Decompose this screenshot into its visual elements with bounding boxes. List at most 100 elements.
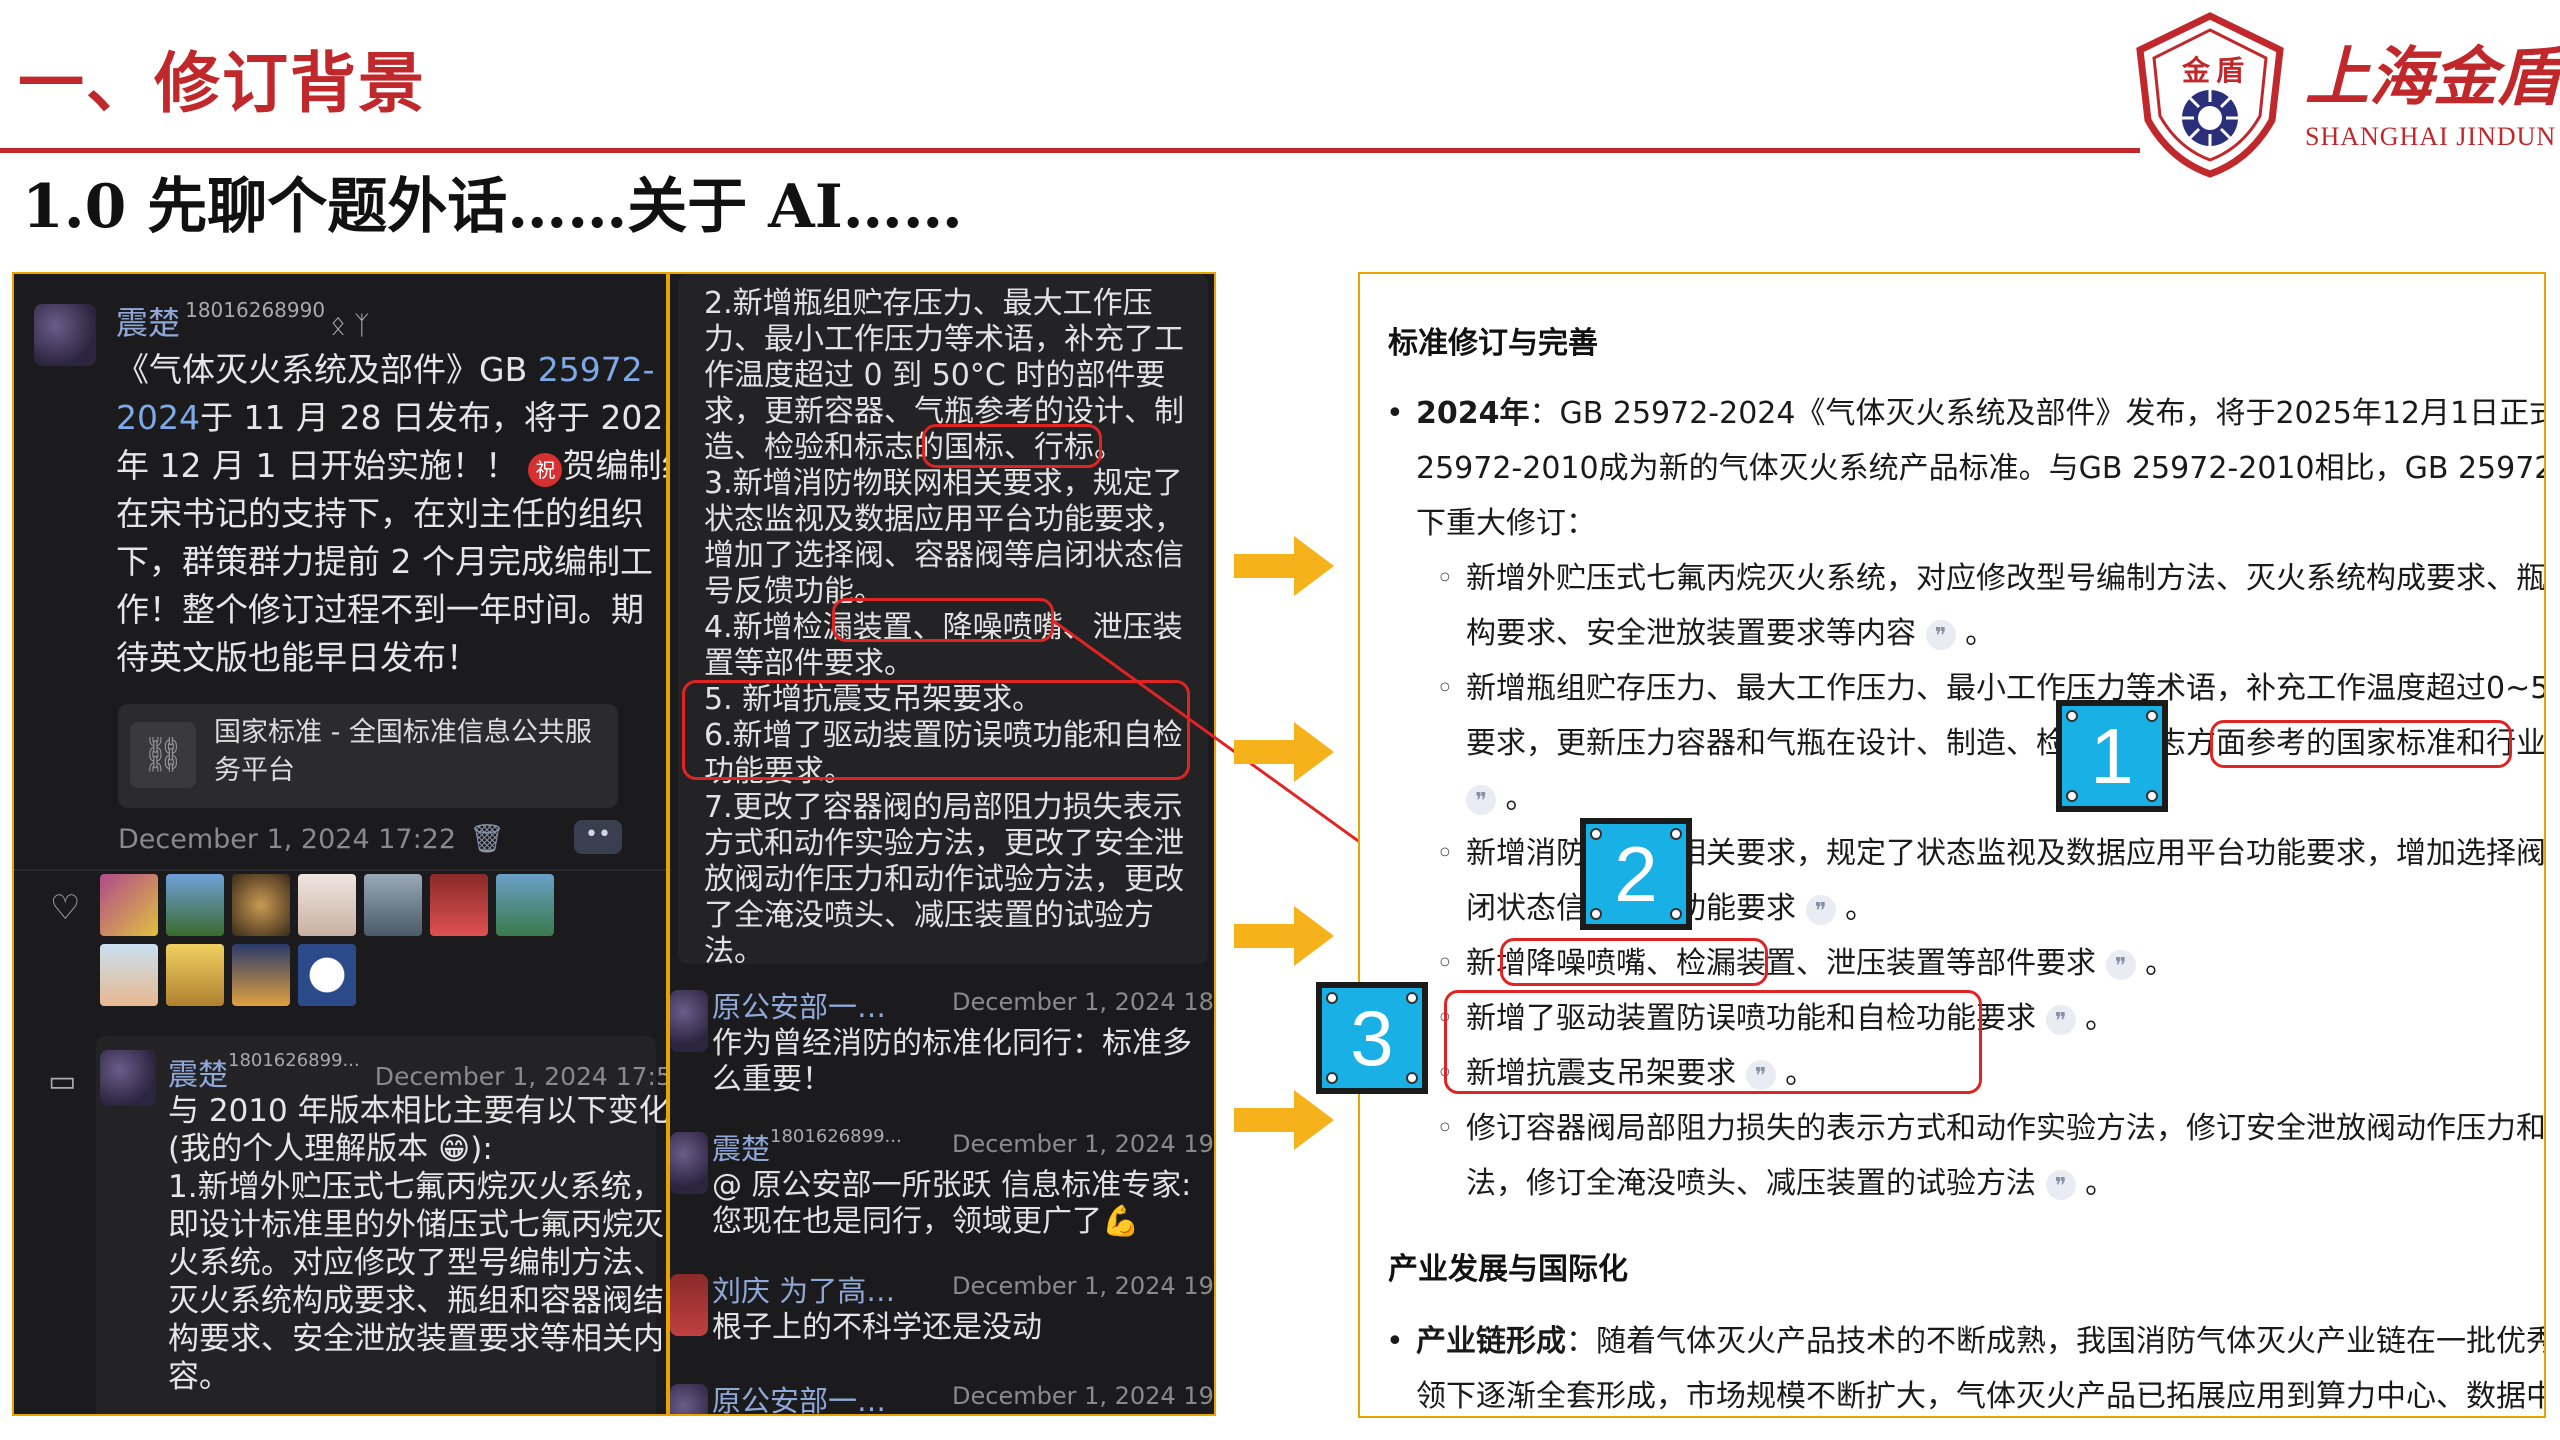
citation-icon[interactable]: ❞: [1466, 784, 1496, 815]
message-line: 7.更改了容器阀的局部阻力损失表示: [704, 790, 1183, 825]
message-line: 法。: [704, 934, 764, 969]
avatar[interactable]: [100, 874, 158, 936]
shield-seal-icon: 金 盾: [2136, 12, 2284, 178]
avatar[interactable]: [496, 874, 554, 936]
citation-icon[interactable]: ❞: [2045, 1004, 2076, 1035]
highlight-box: [2210, 720, 2512, 768]
bullet-dot: •: [1386, 396, 1404, 431]
message-timestamp: December 1, 2024 19:20: [952, 1130, 1214, 1158]
author-id: 1801626899...: [228, 1050, 360, 1071]
citation-icon[interactable]: ❞: [2045, 1169, 2076, 1200]
avatar[interactable]: [430, 874, 488, 936]
likes-avatar-grid: [100, 874, 570, 1006]
avatar[interactable]: [166, 874, 224, 936]
sub-item: 新增瓶组贮存压力、最大工作压力、最小工作压力等术语，补充工作温度超过0~50℃时…: [1466, 671, 2546, 706]
author-name[interactable]: 震楚: [116, 304, 180, 342]
right-arrow-icon: [1234, 722, 1334, 782]
avatar[interactable]: [166, 944, 224, 1006]
comment-icon[interactable]: ▭: [48, 1064, 76, 1099]
link-card-title: 国家标准 - 全国标准信息公共服: [214, 717, 592, 748]
page-title: 一、修订背景: [18, 44, 426, 122]
citation-icon[interactable]: ❞: [2105, 949, 2136, 980]
highlight-box: [922, 424, 1102, 468]
page-subtitle: 1.0 先聊个题外话……关于 AI……: [22, 172, 963, 242]
avatar[interactable]: [298, 874, 356, 936]
sub-item: 新增外贮压式七氟丙烷灭火系统，对应修改型号编制方法、灭火系统构成要求、瓶组和容器…: [1466, 561, 2546, 596]
reply-bubble: 震楚1801626899... December 1, 2024 17:56 与…: [96, 1036, 668, 1414]
number-badge: 2: [1580, 818, 1692, 930]
avatar: [100, 1050, 156, 1106]
avatar[interactable]: [298, 944, 356, 1006]
sub-item: 构要求、安全泄放装置要求等内容 ❞ 。: [1466, 616, 1996, 651]
logo-english-text: SHANGHAI JINDUN: [2305, 122, 2557, 151]
avatar: [670, 1132, 708, 1194]
author-name[interactable]: 原公安部一…: [712, 990, 886, 1024]
highlight-box: [682, 680, 1190, 780]
svg-text:盾: 盾: [2216, 54, 2244, 87]
message-line: 方式和动作实验方法，更改了安全泄: [704, 826, 1184, 861]
avatar[interactable]: [232, 944, 290, 1006]
bullet-line: 产业链形成：随着气体灭火产品技术的不断成熟，我国消防气体灭火产业链在一批优秀生产…: [1416, 1324, 2546, 1359]
message-line: 作温度超过 0 到 50°C 时的部件要: [704, 358, 1166, 393]
avatar[interactable]: [232, 874, 290, 936]
highlight-box: [1444, 990, 1982, 1094]
congrats-emoji-icon: 祝: [528, 453, 563, 487]
number-badge: 3: [1316, 982, 1428, 1094]
highlight-box: [832, 598, 1054, 642]
avatar: [670, 990, 708, 1052]
highlight-box: [1500, 938, 1768, 986]
citation-icon[interactable]: ❞: [1925, 619, 1956, 650]
avatar: [670, 1384, 708, 1414]
bullet-line: 25972-2010成为新的气体灭火系统产品标准。与GB 25972-2010相…: [1416, 451, 2544, 486]
message-timestamp: December 1, 2024 18:39: [952, 988, 1214, 1016]
bullet-line: 下重大修订：: [1416, 506, 1596, 541]
company-logo: 金 盾 上海金盾 SHANGHAI JINDUN: [2130, 10, 2560, 180]
link-card-title: 务平台: [214, 755, 295, 786]
citation-icon[interactable]: ❞: [1805, 894, 1836, 925]
bullet-line: 2024年：GB 25972-2024《气体灭火系统及部件》发布，将于2025年…: [1416, 396, 2544, 431]
link-card[interactable]: ⛓ 国家标准 - 全国标准信息公共服 务平台: [118, 704, 618, 808]
link-icon: ⛓: [130, 722, 196, 788]
seal-text: 金: [2181, 54, 2211, 87]
message-line: 作！整个修订过程不到一年时间。期: [116, 590, 644, 629]
author-name[interactable]: 原公安部一…: [712, 1384, 886, 1414]
message-line: 了全淹没喷头、减压装置的试验方: [704, 898, 1154, 933]
right-arrow-icon: [1234, 906, 1334, 966]
reply-text: 与 2010 年版本相比主要有以下变化 (我的个人理解版本 😁): 1.新增外贮…: [168, 1093, 668, 1395]
number-badge: 1: [2056, 700, 2168, 812]
divider: [14, 869, 666, 871]
message-line: 待英文版也能早日发布！: [116, 638, 479, 677]
avatar: [34, 304, 96, 366]
ai-answer-panel: 标准修订与完善 • 2024年：GB 25972-2024《气体灭火系统及部件》…: [1358, 272, 2546, 1418]
message-line: 下，群策群力提前 2 个月完成编制工: [116, 542, 653, 581]
bullet-line: 领下逐渐全套形成，市场规模不断扩大，气体灭火产品已拓展应用到算力中心、数据中心、…: [1416, 1379, 2544, 1414]
message-timestamp: December 1, 2024 19:26: [952, 1272, 1214, 1300]
message-body: 《气体灭火系统及部件》GB 25972- 2024于 11 月 28 日发布，将…: [116, 346, 666, 682]
author-name[interactable]: 刘庆 为了高…: [712, 1274, 895, 1308]
message-line: 放阀动作压力和动作试验方法，更改: [704, 862, 1184, 897]
more-options-icon[interactable]: ••: [574, 820, 622, 854]
message-timestamp: December 1, 2024 17:22: [118, 824, 457, 855]
author-name[interactable]: 震楚: [712, 1132, 770, 1166]
message-timestamp: December 1, 2024 19:36: [952, 1382, 1214, 1410]
status-glyph-icon: ᛟ ᛉ: [330, 311, 370, 341]
avatar[interactable]: [100, 944, 158, 1006]
message-timestamp: December 1, 2024 17:56: [374, 1062, 668, 1091]
message-line: 置等部件要求。: [704, 646, 914, 681]
right-arrow-icon: [1234, 1090, 1334, 1150]
message-line: 3.新增消防物联网相关要求，规定了: [704, 466, 1183, 501]
message-line: 2.新增瓶组贮存压力、最大工作压: [704, 286, 1153, 321]
heart-icon[interactable]: ♡: [50, 888, 80, 928]
avatar[interactable]: [364, 874, 422, 936]
logo-chinese-text: 上海金盾: [2305, 40, 2560, 115]
message-line: 增加了选择阀、容器阀等启闭状态信: [704, 538, 1184, 573]
message-line: 状态监视及数据应用平台功能要求，: [704, 502, 1184, 537]
message-line: 力、最小工作压力等术语，补充了工: [704, 322, 1184, 357]
section-heading: 标准修订与完善: [1388, 326, 1598, 361]
avatar: [670, 1274, 708, 1336]
chat-panel-left: 震楚 18016268990 ᛟ ᛉ 《气体灭火系统及部件》GB 25972- …: [12, 272, 668, 1416]
right-arrow-icon: [1234, 536, 1334, 596]
author-name[interactable]: 震楚: [168, 1058, 228, 1093]
trash-icon[interactable]: 🗑: [469, 822, 505, 855]
sub-item: 修订容器阀局部阻力损失的表示方式和动作实验方法，修订安全泄放阀动作压力和动作试验…: [1466, 1111, 2546, 1146]
